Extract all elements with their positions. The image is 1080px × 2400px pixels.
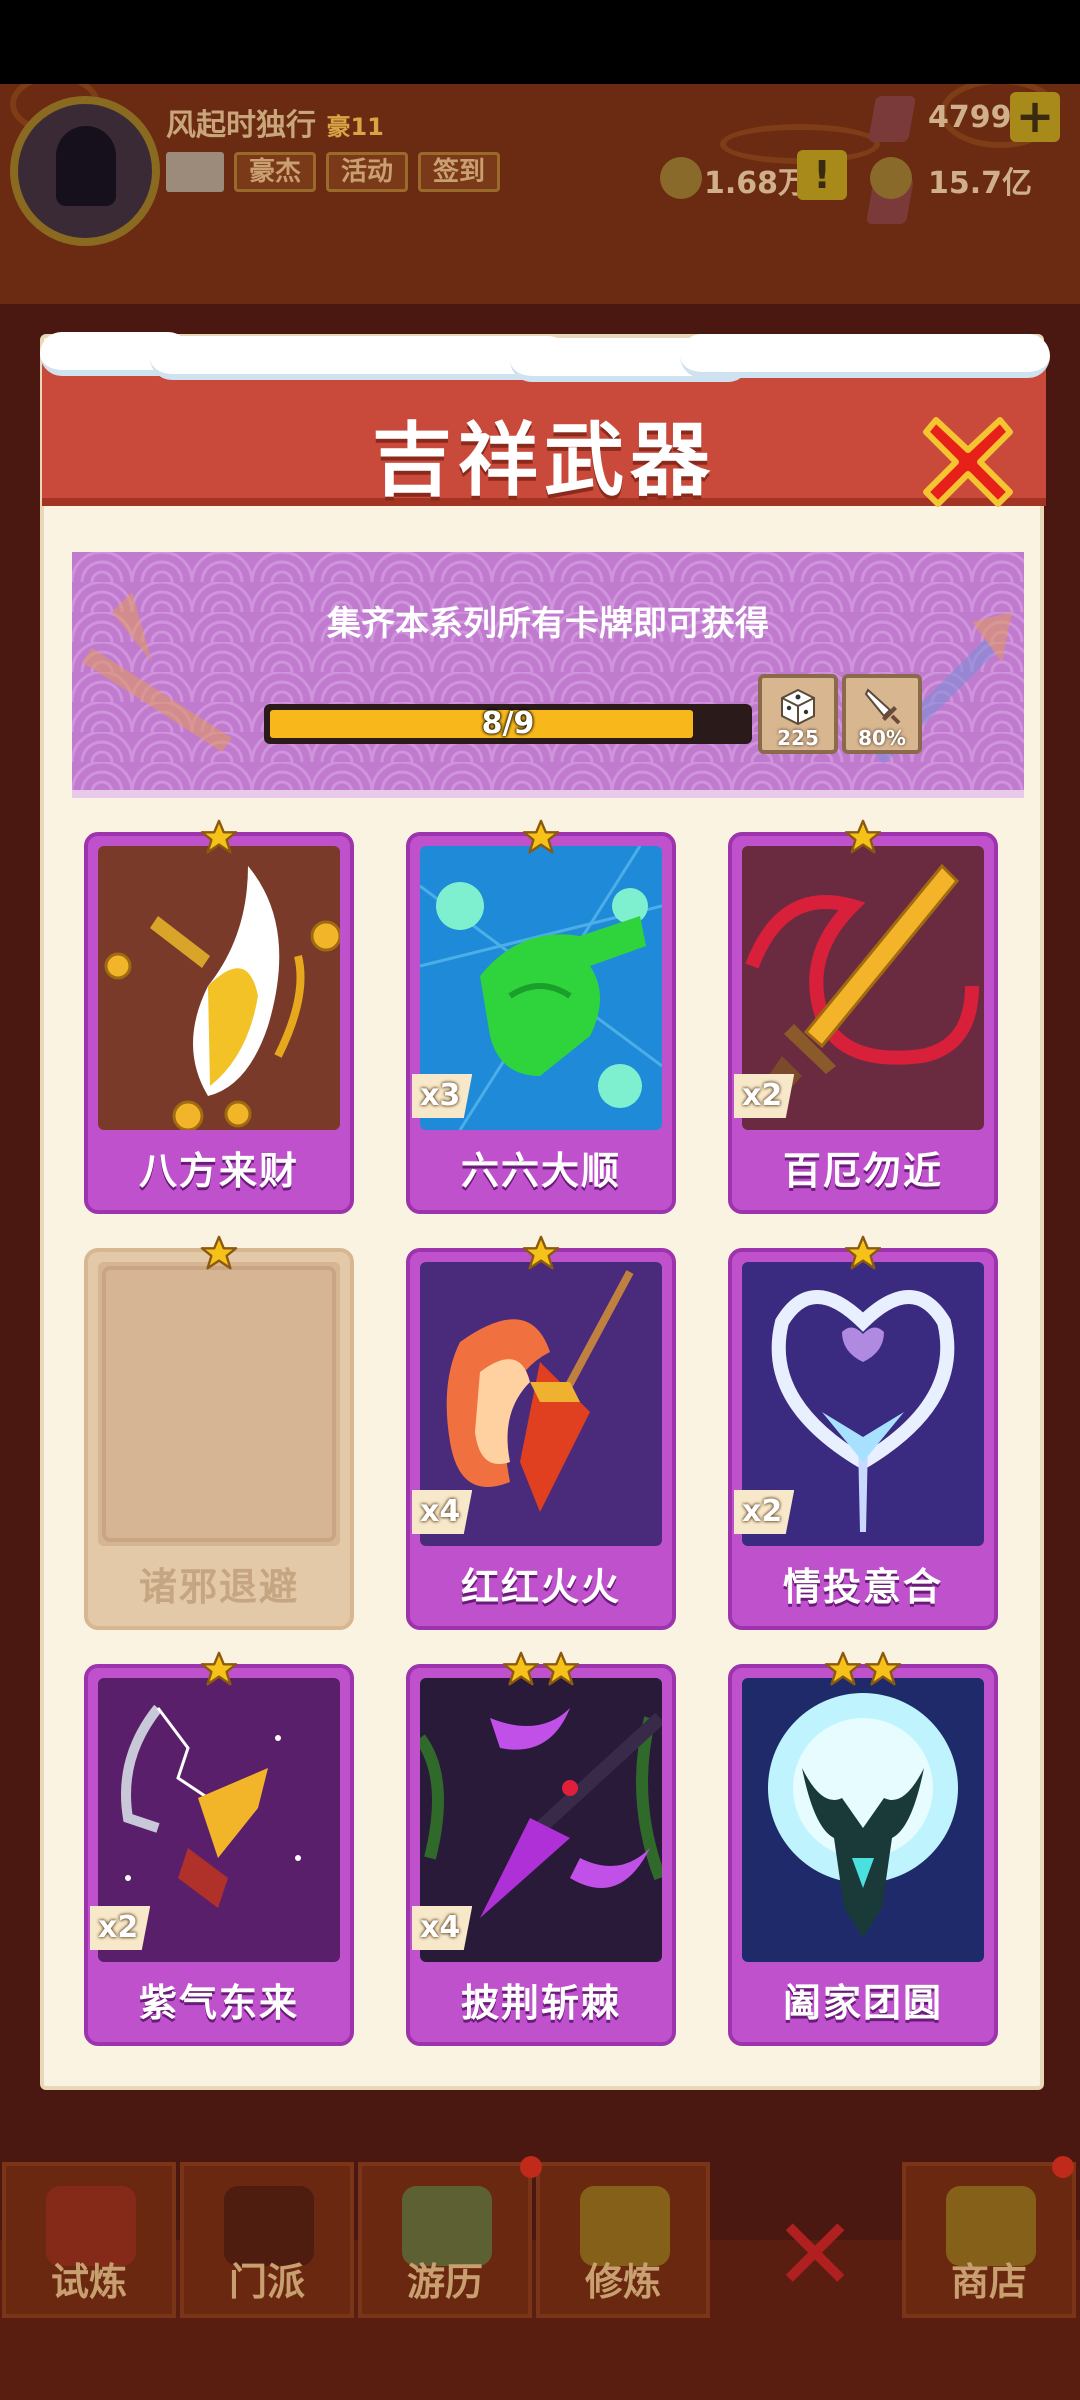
- card-count-badge: x2: [90, 1906, 151, 1950]
- card-stars: [406, 1650, 676, 1688]
- weapon-card[interactable]: x3 六六大顺: [406, 818, 676, 1214]
- status-bar: [0, 0, 1080, 84]
- card-stars: [84, 1650, 354, 1688]
- card-name: 八方来财: [138, 1149, 299, 1193]
- weapon-card[interactable]: x4 红红火火: [406, 1234, 676, 1630]
- rarity-star-icon: [844, 1235, 882, 1270]
- reward-dice-value: 225: [777, 726, 819, 750]
- card-stars: [728, 1234, 998, 1272]
- tag-hero-button[interactable]: 豪杰: [234, 152, 317, 192]
- tab-travel[interactable]: 游历: [358, 2162, 532, 2318]
- progress-text: 8/9: [481, 706, 535, 741]
- card-count-badge: x4: [412, 1490, 473, 1534]
- power-value: 1.68万: [704, 166, 809, 201]
- card-name: 百厄勿近: [782, 1149, 943, 1193]
- card-count-badge: x4: [412, 1906, 473, 1950]
- card-stars: [728, 818, 998, 856]
- weapon-card[interactable]: x2 百厄勿近: [728, 818, 998, 1214]
- card-stars: [84, 1234, 354, 1272]
- weapon-card[interactable]: x4 披荆斩棘: [406, 1650, 676, 2046]
- card-count-badge: x2: [734, 1490, 795, 1534]
- rarity-star-icon: [200, 1235, 238, 1270]
- player-header: [0, 84, 1080, 304]
- tag-activity-button[interactable]: 活动: [326, 152, 409, 192]
- close-icon[interactable]: [918, 410, 1018, 510]
- rarity-star-icon: [200, 819, 238, 854]
- mail-icon[interactable]: [166, 152, 224, 192]
- tab-shop-label: 商店: [950, 2260, 1027, 2304]
- tab-cultivate-label: 修炼: [584, 2260, 661, 2304]
- card-name: 阖家团圆: [782, 1981, 943, 2025]
- reward-sword-value: 80%: [858, 726, 906, 750]
- card-name: 诸邪退避: [138, 1565, 299, 1609]
- coin-icon: [870, 157, 912, 199]
- power-alert-button[interactable]: !: [797, 150, 847, 200]
- sword-icon: [864, 688, 901, 725]
- rarity-star-icon: [522, 819, 560, 854]
- weapon-card[interactable]: x2 情投意合: [728, 1234, 998, 1630]
- rarity-star-icon: [844, 819, 882, 854]
- player-name-text: 风起时独行: [166, 108, 316, 143]
- card-name: 情投意合: [782, 1565, 943, 1609]
- collection-hint: 集齐本系列所有卡牌即可获得: [327, 604, 769, 644]
- weapon-card[interactable]: 八方来财: [84, 818, 354, 1214]
- card-name: 红红火火: [460, 1565, 621, 1609]
- vip-level: 豪11: [326, 113, 384, 141]
- player-avatar[interactable]: [10, 96, 160, 246]
- collection-banner: 集齐本系列所有卡牌即可获得 8/9 225 80%: [72, 552, 1024, 798]
- reward-dice[interactable]: 225: [758, 674, 838, 754]
- card-stars: [728, 1650, 998, 1688]
- card-stars: [406, 1234, 676, 1272]
- card-stars: [406, 818, 676, 856]
- dialog-title: 吉祥武器: [372, 414, 716, 507]
- rarity-star-icon: [502, 1651, 540, 1686]
- card-stars: [84, 818, 354, 856]
- snow-decoration: [40, 332, 1050, 382]
- card-name: 紫气东来: [138, 1981, 299, 2025]
- weapon-card[interactable]: 诸邪退避: [84, 1234, 354, 1630]
- player-name: 风起时独行 豪11: [166, 100, 384, 144]
- notification-dot: [1052, 2156, 1074, 2178]
- rarity-star-icon: [522, 1235, 560, 1270]
- tab-cultivate[interactable]: 修炼: [536, 2162, 710, 2318]
- rarity-star-icon: [542, 1651, 580, 1686]
- card-count-badge: x3: [412, 1074, 473, 1118]
- moon-antler-staff-icon: [742, 1678, 984, 1962]
- dice-icon: [781, 688, 815, 726]
- tab-sect-label: 门派: [228, 2260, 305, 2304]
- card-name: 六六大顺: [460, 1149, 621, 1193]
- weapon-card[interactable]: x2 紫气东来: [84, 1650, 354, 2046]
- rarity-star-icon: [824, 1651, 862, 1686]
- gems-value: 4799: [928, 100, 1012, 135]
- lucky-weapons-dialog: 吉祥武器 集齐本系列所有卡牌即可获得 8/9 225 80% 八方来财 x3 六…: [40, 332, 1050, 2090]
- weapon-card[interactable]: 阖家团圆: [728, 1650, 998, 2046]
- locked-card-icon: [98, 1262, 340, 1546]
- card-count-badge: x2: [734, 1074, 795, 1118]
- tag-signin-button[interactable]: 签到: [418, 152, 501, 192]
- coins-value: 15.7亿: [928, 166, 1033, 201]
- card-name: 披荆斩棘: [460, 1981, 621, 2025]
- rarity-star-icon: [864, 1651, 902, 1686]
- collection-progress-bar: 8/9: [264, 704, 752, 744]
- player-tags: 豪杰 活动 签到: [166, 152, 501, 192]
- rarity-star-icon: [200, 1651, 238, 1686]
- tab-shop[interactable]: 商店: [902, 2162, 1076, 2318]
- nav-close-icon[interactable]: ✕: [770, 2205, 860, 2305]
- add-gems-button[interactable]: +: [1010, 92, 1060, 142]
- tab-trial[interactable]: 试炼: [2, 2162, 176, 2318]
- tab-trial-label: 试炼: [50, 2260, 127, 2304]
- tab-travel-label: 游历: [406, 2260, 483, 2304]
- tab-sect[interactable]: 门派: [180, 2162, 354, 2318]
- notification-dot: [520, 2156, 542, 2178]
- power-icon: [660, 157, 702, 199]
- golden-axe-coins-icon: [98, 846, 340, 1130]
- reward-sword[interactable]: 80%: [842, 674, 922, 754]
- crystal-icon: [867, 96, 917, 142]
